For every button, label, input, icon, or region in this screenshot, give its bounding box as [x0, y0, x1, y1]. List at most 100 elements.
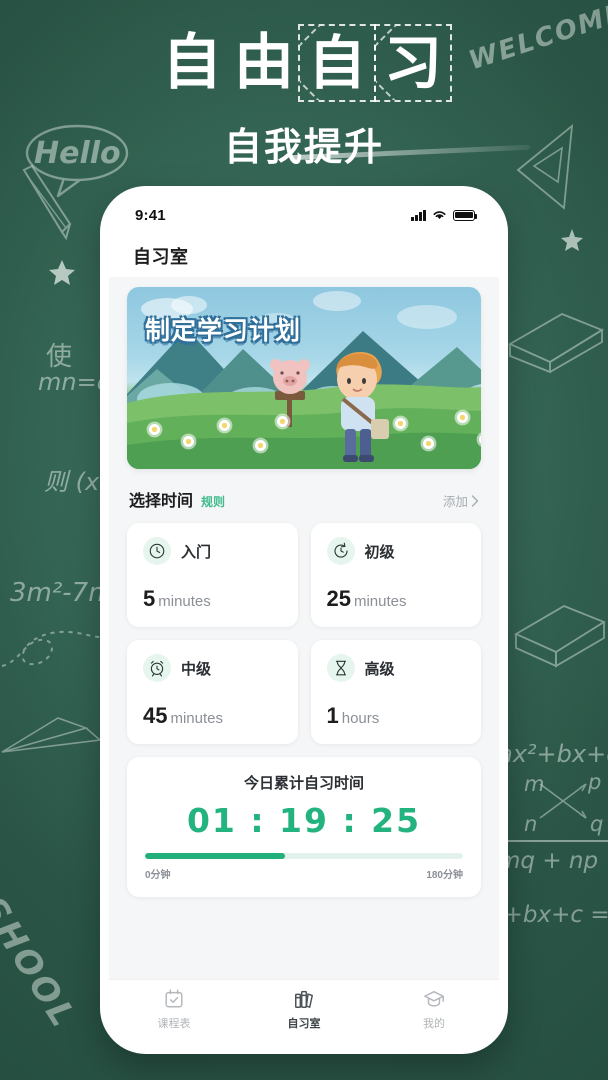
flower-decoration — [219, 420, 230, 431]
graduation-cap-icon — [424, 990, 444, 1007]
card-number: 25 — [326, 586, 351, 611]
status-bar: 9:41 — [109, 195, 499, 235]
tab-label: 我的 — [423, 1018, 445, 1030]
card-header: 入门 — [143, 537, 282, 565]
boy-illustration — [336, 352, 389, 462]
card-number: 45 — [143, 703, 168, 728]
status-bar-time: 9:41 — [135, 206, 166, 224]
progress-min-label: 0分钟 — [145, 870, 171, 881]
chalk-formula-10: mq + np — [498, 848, 599, 874]
cellular-signal-icon — [411, 209, 426, 221]
bottom-tab-bar: 课程表 自习室 我的 — [109, 979, 499, 1045]
flower-decoration — [149, 424, 160, 435]
chalk-formula-8: p — [588, 770, 602, 794]
add-button-label: 添加 — [442, 495, 468, 509]
time-card-entry[interactable]: 入门 5 minutes — [127, 523, 298, 627]
hourglass-icon — [326, 654, 355, 682]
promo-banner[interactable]: 制定学习计划 — [127, 287, 481, 469]
card-label: 初级 — [364, 543, 395, 561]
card-unit: hours — [341, 710, 380, 727]
card-header: 高级 — [326, 654, 466, 682]
tab-profile[interactable]: 我的 — [395, 988, 473, 1031]
add-button[interactable]: 添加 — [443, 491, 479, 510]
nav-bar: 自习室 — [109, 235, 499, 277]
chalk-formula-1: 使 — [46, 342, 73, 372]
flower-decoration — [255, 440, 266, 451]
poster-subline: 自我提升 — [223, 125, 384, 169]
headline-char-2: 由 — [234, 28, 294, 98]
card-header: 初级 — [326, 537, 466, 565]
timer-reset-icon — [326, 537, 355, 565]
flower-decoration — [277, 416, 288, 427]
card-unit: minutes — [158, 593, 211, 610]
status-bar-icons — [411, 209, 477, 221]
headline-char-1: 自 — [162, 28, 222, 98]
page-title: 自习室 — [133, 247, 189, 267]
section-rules-link[interactable]: 规则 — [201, 493, 225, 510]
progress-max-label: 180分钟 — [426, 870, 463, 881]
cross-multiply-arrows-icon — [539, 783, 587, 819]
chalk-formula-4: 3m²-7m — [10, 578, 114, 608]
progress-bar-track — [145, 853, 463, 859]
tab-label: 课程表 — [157, 1018, 191, 1030]
tab-label: 自习室 — [287, 1018, 321, 1030]
pig-sign-illustration — [270, 359, 310, 427]
banner-title: 制定学习计划 — [145, 316, 302, 345]
wifi-icon — [433, 211, 446, 220]
calendar-check-icon — [165, 989, 183, 1008]
scroll-content: 制定学习计划 选择时间 规则 添加 入门 5 minutes 初级 25 min… — [109, 277, 499, 979]
card-value: 25 minutes — [327, 586, 466, 612]
time-card-advanced[interactable]: 高级 1 hours — [310, 640, 481, 744]
time-options-grid: 入门 5 minutes 初级 25 minutes 中级 45 minutes… — [127, 523, 481, 744]
flower-decoration — [395, 418, 406, 429]
flower-decoration — [457, 412, 468, 423]
clock-icon — [143, 537, 171, 565]
tab-study-room[interactable]: 自习室 — [265, 988, 343, 1031]
timer-value: 01 : 19 : 25 — [186, 801, 422, 840]
progress-bar-fill — [145, 853, 285, 859]
tab-schedule[interactable]: 课程表 — [135, 988, 213, 1031]
grid-diagonals — [300, 26, 374, 100]
flower-decoration — [183, 436, 194, 447]
eraser-icon — [514, 605, 606, 668]
poster-headline: 自 由 自 习 自我提升 — [0, 24, 608, 171]
card-value: 5 minutes — [143, 586, 282, 612]
section-header: 选择时间 规则 添加 — [129, 487, 479, 511]
phone-screen: 9:41 自习室 制定学习计划 选择时间 规则 添加 入门 5 minutes … — [109, 195, 499, 1045]
card-number: 1 — [326, 703, 339, 728]
card-value: 1 hours — [327, 703, 466, 729]
time-card-intermediate[interactable]: 中级 45 minutes — [127, 640, 298, 744]
time-card-beginner[interactable]: 初级 25 minutes — [310, 523, 481, 627]
card-unit: minutes — [170, 710, 224, 727]
chalk-formula-3: 则 (x — [44, 468, 100, 496]
chalk-formula-7: n — [524, 812, 538, 836]
card-label: 高级 — [364, 660, 395, 678]
section-title: 选择时间 — [129, 493, 194, 510]
notebook-icon — [508, 313, 604, 374]
chalk-formula-9: q — [590, 812, 604, 836]
battery-full-icon — [453, 209, 477, 221]
phone-mockup: 9:41 自习室 制定学习计划 选择时间 规则 添加 入门 5 minutes … — [100, 186, 508, 1054]
card-value: 45 minutes — [143, 703, 282, 729]
card-header: 中级 — [143, 654, 282, 682]
flower-decoration — [423, 438, 434, 449]
daily-study-timer-card: 今日累计自习时间 01 : 19 : 25 0分钟 180分钟 — [127, 757, 481, 897]
chalk-formula-5: ax²+bx+c — [498, 740, 608, 768]
card-label: 入门 — [181, 543, 212, 561]
star-icon — [49, 260, 75, 285]
chalk-divider-line — [494, 840, 608, 842]
timer-title: 今日累计自习时间 — [243, 775, 364, 792]
card-unit: minutes — [353, 593, 407, 610]
headline-boxed-char-2: 习 — [374, 24, 452, 102]
headline-boxed-char-1: 自 — [298, 24, 376, 102]
chalk-formula-6: m — [524, 772, 545, 796]
chalk-school-text: SHOOL — [0, 890, 85, 1037]
headline-row: 自 由 自 习 — [0, 24, 608, 102]
card-label: 中级 — [181, 660, 212, 678]
star-icon-small — [561, 229, 583, 251]
books-icon — [295, 990, 313, 1008]
progress-bar-labels: 0分钟 180分钟 — [145, 866, 463, 881]
dotted-loop-icon — [1, 630, 105, 667]
grid-diagonals — [376, 26, 450, 100]
alarm-clock-icon — [143, 654, 171, 682]
